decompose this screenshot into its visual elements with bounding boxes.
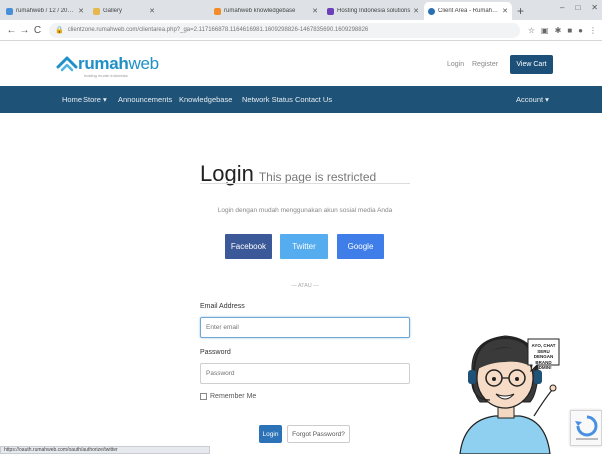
header-login-link[interactable]: Login <box>447 61 464 68</box>
tab-close-icon[interactable]: ✕ <box>312 7 318 15</box>
tab-favicon-icon <box>327 7 334 15</box>
nav-item-announcements[interactable]: Announcements <box>118 95 172 104</box>
remember-me-label: Remember Me <box>210 393 257 400</box>
main-nav: Home Store ▾ Announcements Knowledgebase… <box>0 86 602 113</box>
nav-item-account[interactable]: Account ▾ <box>516 95 549 104</box>
nav-item-home[interactable]: Home <box>62 95 82 104</box>
tab-title: Gallery <box>103 8 123 14</box>
tab-title: rumahweb knowledgebase <box>224 8 296 14</box>
email-label: Email Address <box>200 303 245 310</box>
google-login-button[interactable]: Google <box>337 234 384 259</box>
window-controls: – □ ✕ <box>560 3 598 12</box>
extension-icon[interactable]: ■ <box>567 26 572 35</box>
login-subheading: This page is restricted <box>258 170 377 184</box>
url-text: clientzone.rumahweb.com/clientarea.php?_… <box>67 27 369 33</box>
speech-bubble-text: AYO, CHAT SERU DENGAN BRAND ADMIN! <box>531 343 556 370</box>
extension-icons: ☆ ▣ ✱ ■ ● ⋮ <box>528 26 597 35</box>
minimize-icon[interactable]: – <box>560 3 564 12</box>
facebook-login-button[interactable]: Facebook <box>225 234 272 259</box>
tab-close-icon[interactable]: ✕ <box>78 7 84 15</box>
nav-item-knowledgebase[interactable]: Knowledgebase <box>179 95 232 104</box>
address-bar[interactable]: 🔒 clientzone.rumahweb.com/clientarea.php… <box>49 22 520 38</box>
logo-mark-icon <box>56 56 78 72</box>
recaptcha-icon <box>575 415 598 440</box>
tab-favicon-icon <box>214 7 221 15</box>
header-register-link[interactable]: Register <box>472 61 498 68</box>
menu-kebab-icon[interactable]: ⋮ <box>589 26 597 35</box>
recaptcha-badge[interactable] <box>570 410 602 446</box>
tab-title: rumahweb / 12 / 2021 / 4dc <box>16 8 76 14</box>
rumahweb-logo[interactable]: rumahweb hosting murah indonesia <box>56 54 159 78</box>
browser-tab[interactable]: rumahweb knowledgebase ✕ <box>210 2 322 20</box>
lock-icon: 🔒 <box>55 27 64 34</box>
site-header: rumahweb hosting murah indonesia Login R… <box>0 41 602 86</box>
browser-tab[interactable]: Hosting Indonesia solutions ✕ <box>323 2 423 20</box>
browser-toolbar: ← → C 🔒 clientzone.rumahweb.com/clientar… <box>0 20 602 41</box>
profile-icon[interactable]: ● <box>578 26 583 35</box>
back-arrow-icon[interactable]: ← <box>5 25 18 36</box>
tab-close-icon[interactable]: ✕ <box>149 7 155 15</box>
browser-tab-strip: rumahweb / 12 / 2021 / 4dc ✕ Gallery ✕ r… <box>0 0 602 20</box>
nav-item-store[interactable]: Store ▾ <box>83 95 107 104</box>
email-field[interactable] <box>200 317 410 338</box>
tab-title: Hosting Indonesia solutions <box>337 8 411 14</box>
extension-icon[interactable]: ▣ <box>541 26 549 35</box>
tab-favicon-icon <box>93 7 100 15</box>
view-cart-button[interactable]: View Cart <box>510 55 553 74</box>
login-button[interactable]: Login <box>259 425 282 443</box>
browser-status-bar: https://oauth.rumahweb.com/oauth/authori… <box>0 446 210 454</box>
twitter-login-button[interactable]: Twitter <box>280 234 328 259</box>
browser-tab[interactable]: Gallery ✕ <box>89 2 159 20</box>
tab-close-icon[interactable]: ✕ <box>502 7 508 15</box>
close-window-icon[interactable]: ✕ <box>591 3 598 12</box>
logo-text: rumahweb <box>78 54 159 73</box>
tab-favicon-icon <box>428 7 435 15</box>
browser-tab-active[interactable]: Client Area - Rumahweb ✕ <box>424 2 512 20</box>
social-login-prompt: Login dengan mudah menggunakan akun sosi… <box>217 207 393 214</box>
password-label: Password <box>200 349 231 356</box>
nav-item-contact-us[interactable]: Contact Us <box>295 95 332 104</box>
tab-title: Client Area - Rumahweb <box>438 8 501 14</box>
remember-me-checkbox[interactable] <box>200 393 207 400</box>
tab-close-icon[interactable]: ✕ <box>413 7 419 15</box>
bookmark-star-icon[interactable]: ☆ <box>528 26 535 35</box>
title-divider <box>200 183 410 184</box>
extension-icon[interactable]: ✱ <box>555 26 562 35</box>
logo-tagline: hosting murah indonesia <box>84 73 128 78</box>
new-tab-button[interactable]: + <box>517 2 524 20</box>
browser-tab[interactable]: rumahweb / 12 / 2021 / 4dc ✕ <box>2 2 88 20</box>
password-field[interactable] <box>200 363 410 384</box>
tab-favicon-icon <box>6 7 13 15</box>
or-separator: — ATAU — <box>291 283 319 289</box>
forgot-password-button[interactable]: Forgot Password? <box>287 425 350 443</box>
forward-arrow-icon[interactable]: → <box>18 25 31 36</box>
reload-icon[interactable]: C <box>31 25 44 36</box>
nav-item-network-status[interactable]: Network Status <box>242 95 293 104</box>
remember-me[interactable]: Remember Me <box>200 393 256 400</box>
maximize-icon[interactable]: □ <box>575 3 580 12</box>
